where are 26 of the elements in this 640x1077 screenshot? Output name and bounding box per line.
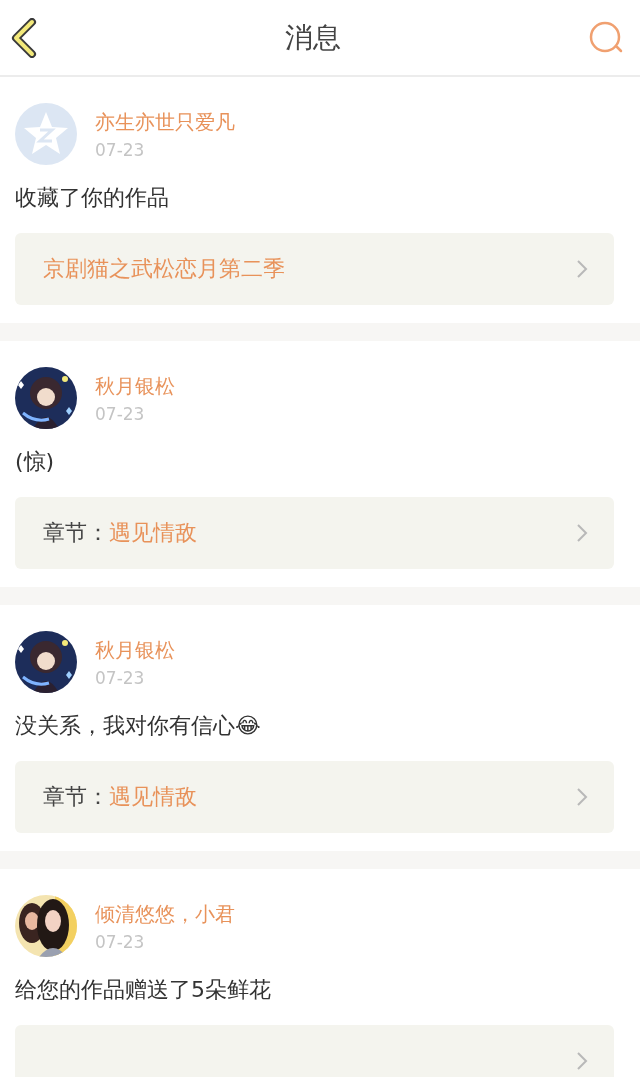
- link-title: 京剧猫之武松恋月第二季: [43, 255, 285, 283]
- user-name[interactable]: 秋月银松: [95, 636, 175, 664]
- page-title: 消息: [285, 19, 341, 56]
- link-title: 遇见情敌: [109, 519, 197, 547]
- message-text: (惊): [15, 448, 56, 476]
- link-title: 遇见情敌: [109, 783, 197, 811]
- star-avatar-icon[interactable]: [15, 103, 77, 165]
- message-text: 收藏了你的作品: [15, 184, 170, 212]
- link-card[interactable]: 章节：遇见情敌: [15, 497, 614, 569]
- link-card[interactable]: 章节：遇见情敌: [15, 761, 614, 833]
- chapter-label: 章节：: [43, 783, 109, 811]
- message-date: 07-23: [95, 139, 146, 160]
- user-name[interactable]: 秋月银松: [95, 372, 175, 400]
- message-text: 没关系，我对你有信心😂: [15, 712, 262, 740]
- user-name[interactable]: 亦生亦世只爱凡: [95, 108, 235, 136]
- chevron-right-icon: [576, 523, 588, 543]
- message-date: 07-23: [95, 931, 146, 952]
- message-date: 07-23: [95, 403, 146, 424]
- chapter-label: 章节：: [43, 519, 109, 547]
- message-date: 07-23: [95, 667, 146, 688]
- link-card[interactable]: 京剧猫之武松恋月第二季: [15, 233, 614, 305]
- chevron-right-icon: [576, 787, 588, 807]
- chevron-right-icon: [576, 1051, 588, 1071]
- chevron-right-icon: [576, 259, 588, 279]
- user-name[interactable]: 倾清悠悠，小君: [95, 900, 235, 928]
- message-text: 给您的作品赠送了5朵鲜花: [15, 976, 272, 1004]
